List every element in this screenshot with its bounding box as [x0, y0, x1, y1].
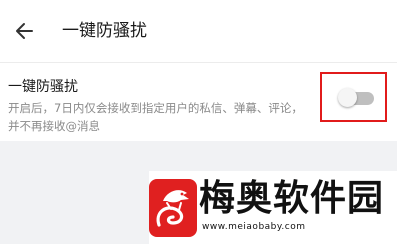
watermark: 梅奥软件园 www.meiaobaby.com: [149, 171, 397, 244]
page-title: 一键防骚扰: [62, 21, 147, 41]
watermark-name: 梅奥软件园: [199, 178, 385, 219]
anti-harassment-toggle[interactable]: [338, 88, 374, 107]
back-button[interactable]: [12, 18, 38, 44]
dragon-logo-icon: [149, 179, 197, 237]
setting-title: 一键防骚扰: [8, 79, 78, 95]
watermark-url: www.meiaobaby.com: [202, 222, 306, 232]
arrow-left-icon: [16, 23, 33, 39]
top-app-bar: 一键防骚扰: [0, 0, 397, 62]
setting-description: 开启后，7日内仅会接收到指定用户的私信、弹幕、评论，并不再接收@消息: [8, 101, 303, 133]
toggle-thumb: [338, 88, 357, 107]
